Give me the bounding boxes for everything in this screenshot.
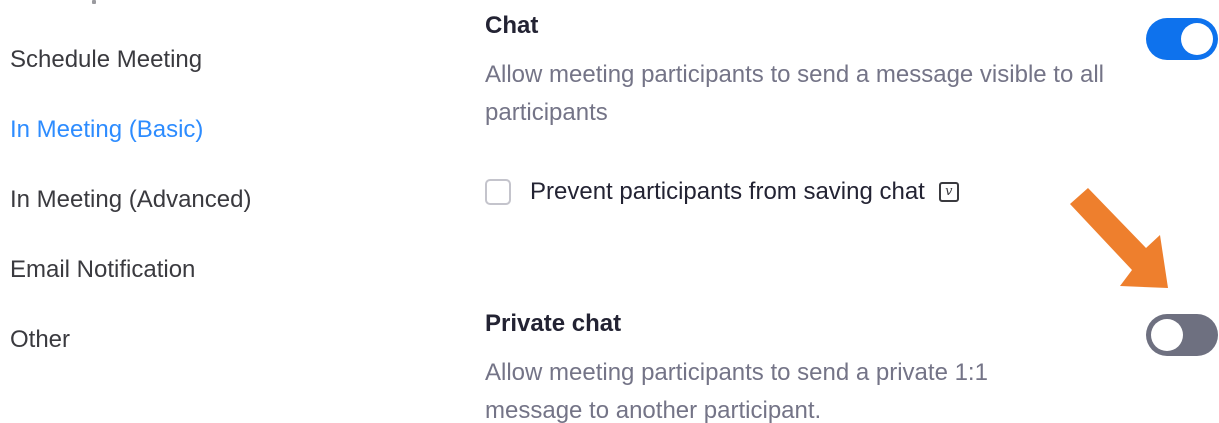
version-icon: v xyxy=(938,182,959,202)
prevent-saving-chat-row: Prevent participants from saving chat v xyxy=(485,176,959,208)
chat-setting-title: Chat xyxy=(485,12,539,39)
sidebar-item-email-notification[interactable]: Email Notification xyxy=(10,256,195,284)
sidebar-item-other[interactable]: Other xyxy=(10,326,70,354)
toggle-knob xyxy=(1181,23,1213,55)
chat-setting-description: Allow meeting participants to send a mes… xyxy=(485,61,1104,126)
prevent-saving-chat-label: Prevent participants from saving chat xyxy=(530,178,925,205)
private-chat-setting-title: Private chat xyxy=(485,310,622,337)
private-chat-setting-description: Allow meeting participants to send a pri… xyxy=(485,359,988,423)
settings-page: Schedule Meeting In Meeting (Basic) In M… xyxy=(0,0,1219,423)
private-chat-toggle[interactable] xyxy=(1146,314,1218,356)
sidebar-item-cutoff xyxy=(92,0,96,4)
annotation-arrow-icon xyxy=(1070,188,1168,288)
sidebar-item-in-meeting-basic[interactable]: In Meeting (Basic) xyxy=(10,116,203,144)
prevent-saving-chat-checkbox[interactable] xyxy=(485,179,511,205)
sidebar-item-schedule-meeting[interactable]: Schedule Meeting xyxy=(10,46,202,74)
sidebar-item-in-meeting-advanced[interactable]: In Meeting (Advanced) xyxy=(10,186,251,214)
chat-toggle[interactable] xyxy=(1146,18,1218,60)
toggle-knob xyxy=(1151,319,1183,351)
